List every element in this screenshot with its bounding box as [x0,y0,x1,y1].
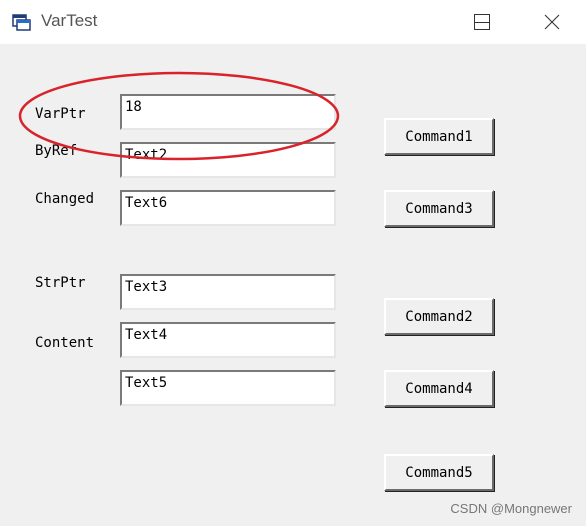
label-strptr: StrPtr [35,275,86,291]
command1-button[interactable]: Command1 [384,118,494,155]
window-title: VarTest [41,11,98,30]
maximize-button[interactable] [462,0,522,44]
command3-button[interactable]: Command3 [384,190,494,227]
maximize-icon [474,14,490,30]
label-changed: Changed [35,191,95,207]
close-button[interactable] [526,0,586,44]
strptr-textbox[interactable]: Text3 [120,274,336,310]
title-bar: VarTest [0,0,586,44]
label-content: Content [35,335,95,351]
app-window-icon [12,13,32,31]
content-textbox[interactable]: Text4 [120,322,336,358]
changed-textbox[interactable]: Text6 [120,190,336,226]
watermark-text: CSDN @Mongnewer [450,501,572,516]
text5-textbox[interactable]: Text5 [120,370,336,406]
command4-button[interactable]: Command4 [384,370,494,407]
command5-button[interactable]: Command5 [384,454,494,491]
red-highlight-ellipse [18,71,340,161]
command2-button[interactable]: Command2 [384,298,494,335]
close-icon [544,14,560,30]
